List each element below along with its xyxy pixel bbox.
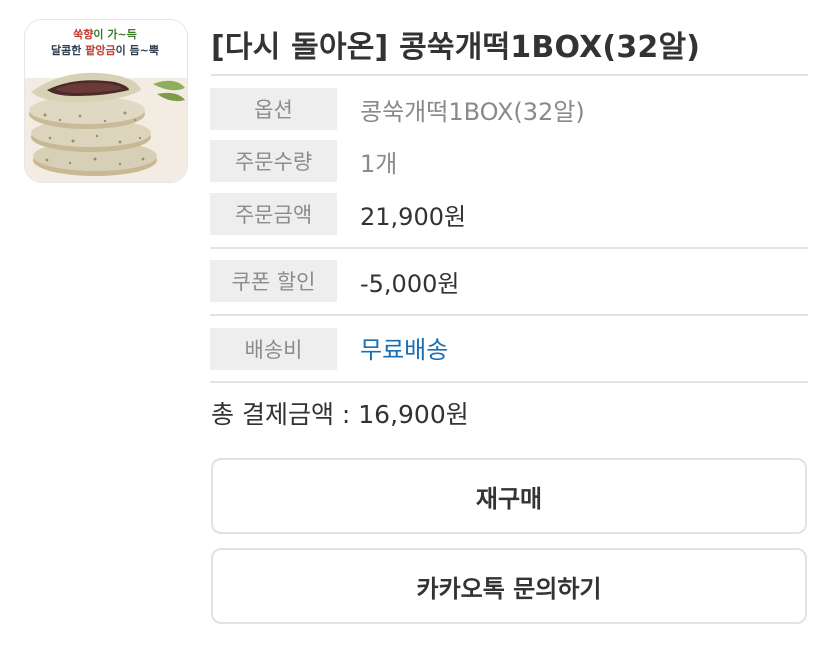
divider <box>211 74 808 76</box>
option-value: 콩쑥개떡1BOX(32알) <box>360 97 585 126</box>
product-title: [다시 돌아온] 콩쑥개떡1BOX(32알) <box>211 30 701 65</box>
divider <box>210 381 808 383</box>
shipping-fee-value: 무료배송 <box>360 335 449 364</box>
shipping-fee-label: 배송비 <box>210 328 337 370</box>
order-amount-label: 주문금액 <box>210 193 337 235</box>
reorder-button[interactable]: 재구매 <box>211 458 807 534</box>
total-payment: 총 결제금액 : 16,900원 <box>211 400 469 429</box>
kakao-inquiry-button[interactable]: 카카오톡 문의하기 <box>211 548 807 624</box>
order-amount-value: 21,900원 <box>360 202 467 231</box>
coupon-discount-label: 쿠폰 할인 <box>210 260 337 302</box>
rice-cake-illustration: 쑥향이 가~득 달콤한 팥앙금이 듬~뿍 <box>25 20 187 182</box>
quantity-value: 1개 <box>360 149 398 178</box>
product-thumbnail[interactable]: 쑥향이 가~득 달콤한 팥앙금이 듬~뿍 <box>24 19 188 183</box>
svg-text:달콤한 팥앙금이 듬~뿍: 달콤한 팥앙금이 듬~뿍 <box>51 43 159 57</box>
svg-text:쑥향이 가~득: 쑥향이 가~득 <box>73 27 137 41</box>
quantity-label: 주문수량 <box>210 140 337 182</box>
coupon-discount-value: -5,000원 <box>360 269 460 298</box>
divider <box>210 247 808 249</box>
divider <box>210 314 808 316</box>
option-label: 옵션 <box>210 88 337 130</box>
